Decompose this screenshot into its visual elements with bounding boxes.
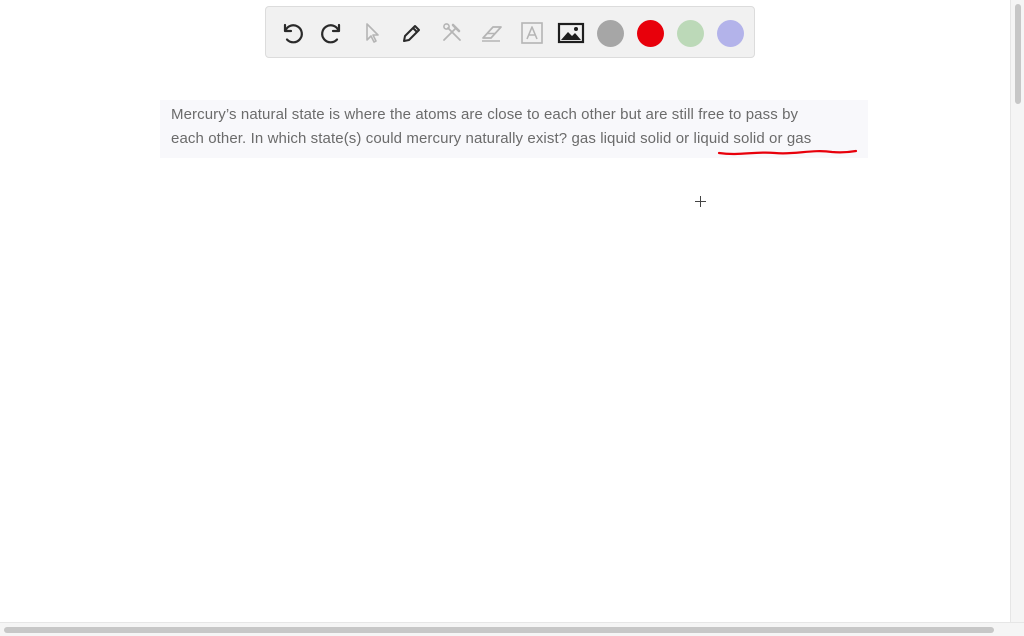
tools-button[interactable] xyxy=(438,19,466,47)
question-text-box: Mercury’s natural state is where the ato… xyxy=(160,100,868,158)
drawing-toolbar xyxy=(265,6,755,58)
pointer-icon xyxy=(366,23,379,43)
eraser-icon xyxy=(482,26,502,42)
horizontal-scroll-thumb[interactable] xyxy=(4,627,994,633)
question-line-1: Mercury’s natural state is where the ato… xyxy=(171,106,799,123)
vertical-scroll-thumb[interactable] xyxy=(1015,4,1021,104)
vertical-scrollbar[interactable] xyxy=(1010,0,1024,622)
question-line-2-prefix: each other. In which state(s) could merc… xyxy=(171,130,694,147)
text-button[interactable] xyxy=(518,19,546,47)
tools-icon xyxy=(443,23,461,41)
answer-options: liquid solid or gas xyxy=(693,130,812,147)
pen-icon xyxy=(403,25,420,42)
crosshair-cursor-icon xyxy=(695,196,706,207)
undo-button[interactable] xyxy=(278,19,306,47)
undo-icon xyxy=(283,23,303,44)
redo-icon xyxy=(321,23,341,44)
redo-button[interactable] xyxy=(318,19,346,47)
question-line-2: each other. In which state(s) could merc… xyxy=(171,127,868,151)
color-swatch-red[interactable] xyxy=(637,20,664,47)
pen-button[interactable] xyxy=(398,19,426,47)
text-icon xyxy=(521,22,543,44)
horizontal-scrollbar[interactable] xyxy=(0,622,1024,636)
pointer-button[interactable] xyxy=(358,19,386,47)
image-button[interactable] xyxy=(557,19,585,47)
eraser-button[interactable] xyxy=(478,19,506,47)
color-swatch-green[interactable] xyxy=(677,20,704,47)
image-icon xyxy=(557,22,585,44)
whiteboard-canvas[interactable]: Mercury’s natural state is where the ato… xyxy=(0,0,1024,636)
red-underline-annotation xyxy=(717,149,858,156)
color-swatch-gray[interactable] xyxy=(597,20,624,47)
color-swatch-lavender[interactable] xyxy=(717,20,744,47)
